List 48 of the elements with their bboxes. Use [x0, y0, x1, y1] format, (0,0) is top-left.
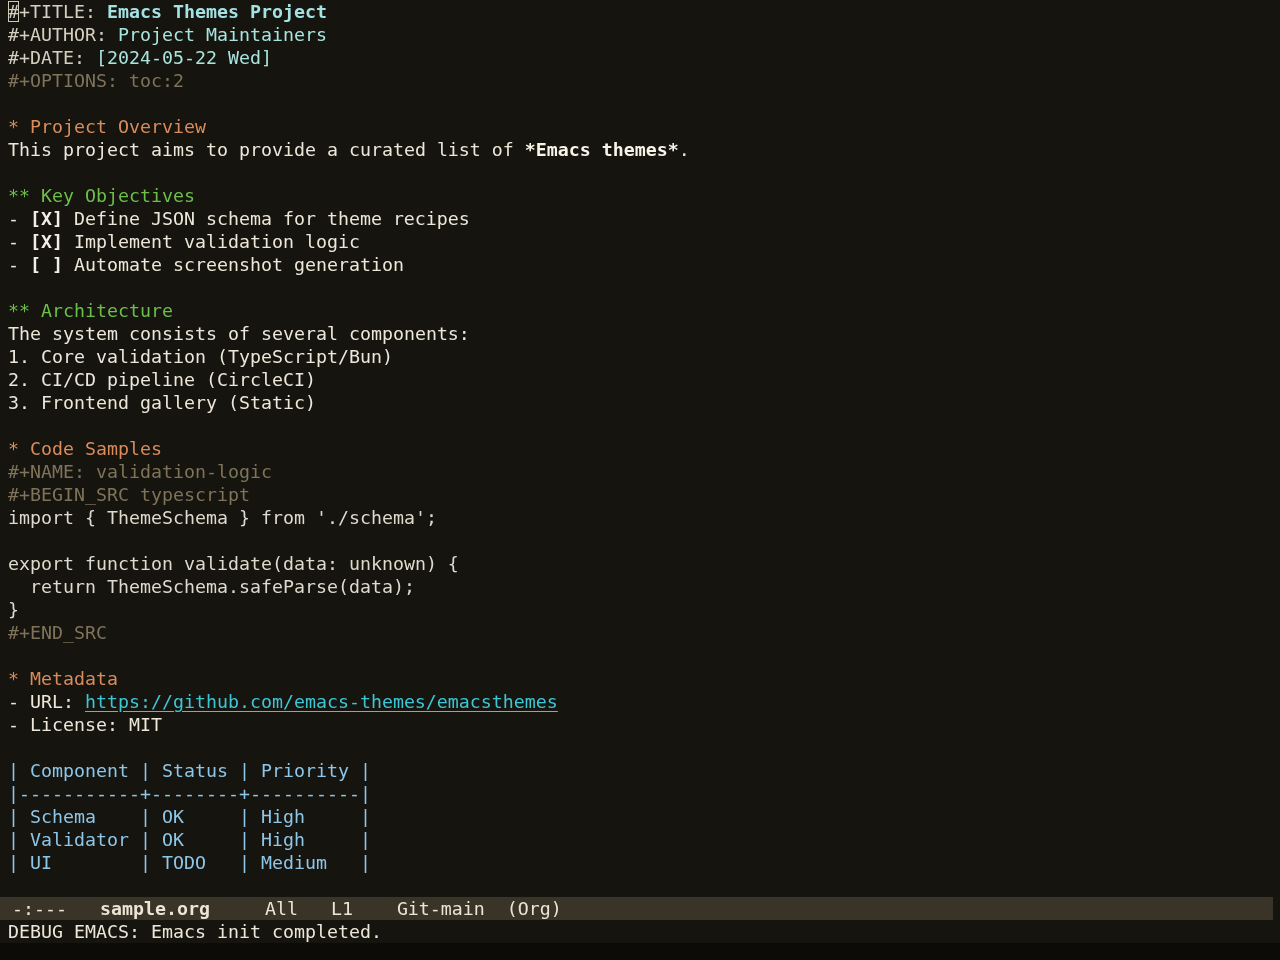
text-line: 3. Frontend gallery (Static) [8, 391, 316, 414]
checkbox-marker: [X] [30, 207, 63, 230]
subheading: ** Key Objectives [8, 184, 195, 207]
heading: * Project Overview [8, 115, 206, 138]
code-line: export function validate(data: unknown) { [8, 552, 459, 575]
keyword-value: toc:2 [128, 69, 184, 92]
text-line: The system consists of several components: [8, 322, 470, 345]
table-line: | Component | Status | Priority | [8, 759, 371, 782]
keyword-line: #+END_SRC [8, 621, 107, 644]
keyword-label: #+DATE: [8, 46, 85, 69]
checkbox-marker: [ ] [30, 253, 63, 276]
text-line: 2. CI/CD pipeline (CircleCI) [8, 368, 316, 391]
checkbox-marker: [X] [30, 230, 63, 253]
major-mode: (Org) [506, 897, 562, 920]
code-line: import { ThemeSchema } from './schema'; [8, 506, 437, 529]
code-line: } [8, 598, 19, 621]
buffer-position: All [264, 897, 298, 920]
field-label: - URL: [8, 690, 74, 713]
keyword-label: #+OPTIONS: [8, 69, 118, 92]
list-bullet: - [8, 207, 19, 230]
table-line: | Validator | OK | High | [8, 828, 371, 851]
keyword-value: Emacs Themes Project [106, 0, 327, 23]
list-item-text: Automate screenshot generation [73, 253, 404, 276]
keyword-line: #+BEGIN_SRC typescript [8, 483, 250, 506]
list-bullet: - [8, 230, 19, 253]
text-line: - License: MIT [8, 713, 162, 736]
keyword-line: #+NAME: validation-logic [8, 460, 272, 483]
vc-branch: Git-main [396, 897, 485, 920]
keyword-label: #+AUTHOR: [8, 23, 107, 46]
list-item-text: Define JSON schema for theme recipes [73, 207, 470, 230]
echo-message: DEBUG EMACS: Emacs init completed. [8, 920, 382, 943]
modified-status: -:--- [12, 897, 67, 920]
table-line: | UI | TODO | Medium | [8, 851, 371, 874]
table-line: |-----------+--------+----------| [8, 782, 371, 805]
url-link[interactable]: https://github.com/emacs-themes/emacsthemes [84, 690, 558, 713]
keyword-value: Project Maintainers [117, 23, 327, 46]
heading: * Metadata [8, 667, 118, 690]
heading: * Code Samples [8, 437, 162, 460]
keyword-value: [2024-05-22 Wed] [95, 46, 272, 69]
buffer-name: sample.org [99, 897, 210, 920]
list-bullet: - [8, 253, 19, 276]
text-line: 1. Core validation (TypeScript/Bun) [8, 345, 393, 368]
line-number: L1 [330, 897, 353, 920]
paragraph: This project aims to provide a curated list of *Emacs themes*. [8, 138, 690, 161]
subheading: ** Architecture [8, 299, 173, 322]
list-item-text: Implement validation logic [73, 230, 360, 253]
table-line: | Schema | OK | High | [8, 805, 371, 828]
code-line: return ThemeSchema.safeParse(data); [29, 575, 415, 598]
